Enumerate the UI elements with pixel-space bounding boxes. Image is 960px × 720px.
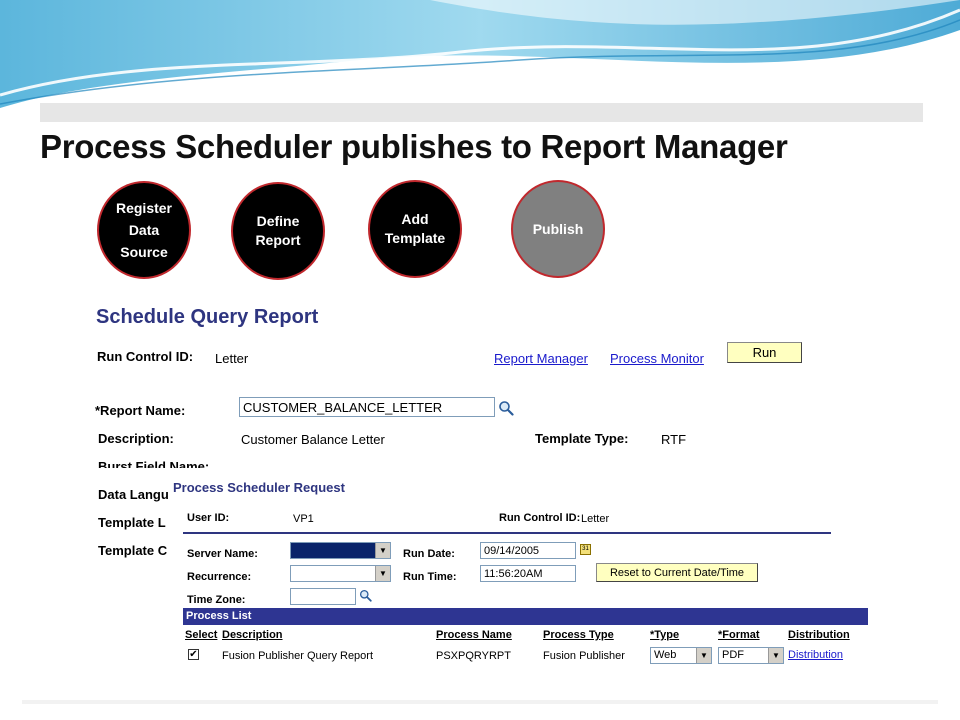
popup-run-control-label: Run Control ID: bbox=[499, 512, 581, 524]
report-name-label: *Report Name: bbox=[95, 403, 186, 418]
format-value: PDF bbox=[722, 649, 744, 661]
step-define-report: Define Report bbox=[231, 182, 325, 280]
report-manager-link[interactable]: Report Manager bbox=[494, 351, 588, 366]
recurrence-select[interactable]: ▼ bbox=[290, 565, 391, 582]
run-time-input[interactable] bbox=[480, 565, 576, 582]
popup-divider bbox=[183, 532, 831, 534]
step-add-template: Add Template bbox=[368, 180, 462, 278]
run-time-label: Run Time: bbox=[403, 571, 457, 583]
time-zone-label: Time Zone: bbox=[187, 594, 246, 606]
step-publish: Publish bbox=[511, 180, 605, 278]
row-description: Fusion Publisher Query Report bbox=[222, 650, 374, 662]
run-button[interactable]: Run bbox=[727, 342, 802, 363]
popup-title: Process Scheduler Request bbox=[173, 480, 345, 495]
row-process-name: PSXPQRYRPT bbox=[436, 650, 511, 662]
header-wave-graphic bbox=[0, 0, 960, 108]
type-value: Web bbox=[654, 649, 677, 661]
step-label: Publish bbox=[532, 221, 584, 237]
reset-date-time-button[interactable]: Reset to Current Date/Time bbox=[596, 563, 758, 582]
user-id-value: VP1 bbox=[293, 513, 314, 525]
title-band bbox=[40, 103, 923, 122]
burst-field-label: Burst Field Name: bbox=[98, 459, 210, 468]
user-id-label: User ID: bbox=[187, 512, 230, 524]
type-select[interactable]: Web ▼ bbox=[650, 647, 712, 664]
page-title: Schedule Query Report bbox=[96, 306, 319, 328]
description-value: Customer Balance Letter bbox=[241, 432, 385, 447]
server-name-label: Server Name: bbox=[187, 548, 258, 560]
distribution-link[interactable]: Distribution bbox=[788, 649, 843, 661]
data-language-label: Data Langu bbox=[98, 487, 169, 502]
col-distribution[interactable]: Distribution bbox=[788, 629, 850, 641]
format-select[interactable]: PDF ▼ bbox=[718, 647, 784, 664]
chevron-down-icon: ▼ bbox=[696, 648, 711, 663]
recurrence-label: Recurrence: bbox=[187, 571, 252, 583]
step-register-data-source: Register Data Source bbox=[97, 181, 191, 279]
select-checkbox[interactable]: ✔ bbox=[188, 649, 199, 660]
calendar-icon[interactable]: 31 bbox=[580, 544, 591, 555]
process-list-header: Process List bbox=[183, 608, 868, 625]
template-c-label: Template C bbox=[98, 543, 168, 558]
run-control-label: Run Control ID: bbox=[97, 349, 194, 364]
slide-bottom-edge bbox=[22, 700, 938, 704]
col-type[interactable]: *Type bbox=[650, 629, 679, 641]
description-label: Description: bbox=[98, 431, 174, 446]
server-name-select[interactable]: ▼ bbox=[290, 542, 391, 559]
time-zone-input[interactable] bbox=[290, 588, 356, 605]
run-date-label: Run Date: bbox=[403, 548, 455, 560]
chevron-down-icon: ▼ bbox=[375, 543, 390, 558]
col-process-type[interactable]: Process Type bbox=[543, 629, 614, 641]
run-date-input[interactable] bbox=[480, 542, 576, 559]
template-type-label: Template Type: bbox=[535, 431, 629, 446]
col-select[interactable]: Select bbox=[185, 629, 217, 641]
popup-run-control-value: Letter bbox=[581, 513, 610, 525]
template-language-label: Template L bbox=[98, 515, 166, 530]
search-icon[interactable] bbox=[498, 400, 514, 416]
col-process-name[interactable]: Process Name bbox=[436, 629, 512, 641]
run-control-value: Letter bbox=[215, 351, 249, 366]
step-label: Add Template bbox=[384, 211, 446, 246]
report-name-input[interactable] bbox=[239, 397, 495, 417]
slide-title: Process Scheduler publishes to Report Ma… bbox=[40, 128, 788, 165]
search-icon[interactable] bbox=[359, 589, 372, 602]
step-label: Register Data Source bbox=[115, 200, 173, 260]
col-description[interactable]: Description bbox=[222, 629, 283, 641]
col-format[interactable]: *Format bbox=[718, 629, 760, 641]
chevron-down-icon: ▼ bbox=[768, 648, 783, 663]
row-process-type: Fusion Publisher bbox=[543, 650, 625, 662]
step-label: Define Report bbox=[255, 213, 301, 248]
chevron-down-icon: ▼ bbox=[375, 566, 390, 581]
template-type-value: RTF bbox=[661, 432, 687, 447]
process-monitor-link[interactable]: Process Monitor bbox=[610, 351, 704, 366]
